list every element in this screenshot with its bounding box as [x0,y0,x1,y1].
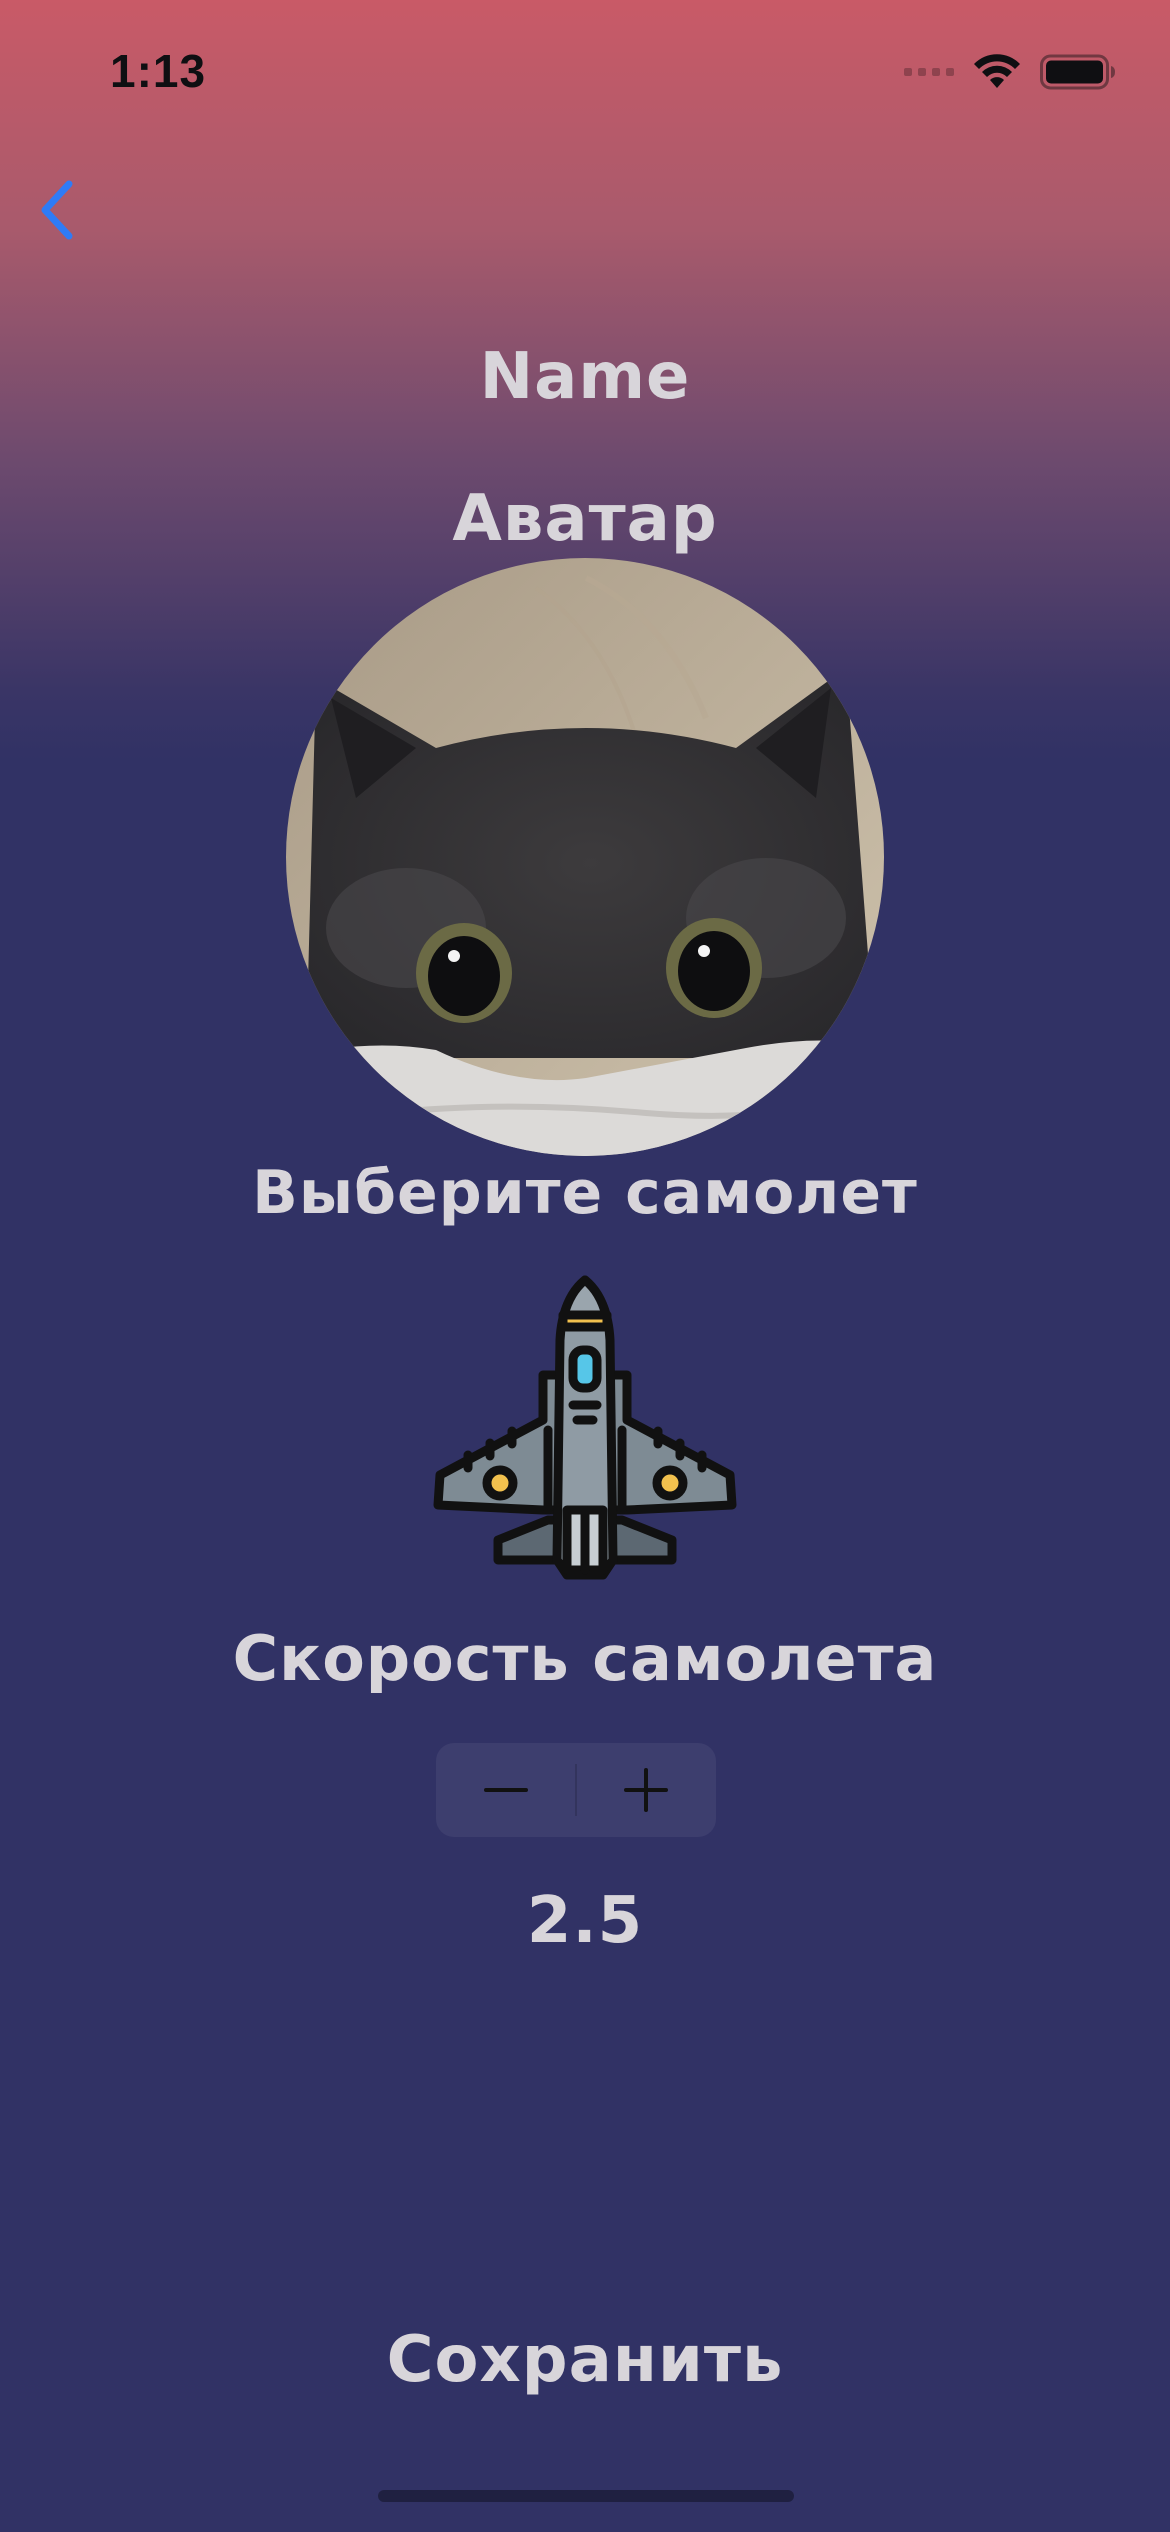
speed-stepper[interactable] [436,1743,716,1837]
minus-icon [483,1788,528,1792]
avatar[interactable] [286,558,884,1156]
status-icons [904,54,1116,90]
plus-icon [624,1768,669,1812]
decrement-button[interactable] [436,1743,575,1837]
increment-button[interactable] [577,1743,716,1837]
status-time: 1:13 [110,45,207,97]
save-button[interactable]: Сохранить [335,2310,835,2410]
plane-selector[interactable] [428,1270,742,1584]
avatar-label: Аватар [452,482,718,556]
back-button[interactable] [22,170,92,250]
cat-photo [286,558,884,1156]
name-label[interactable]: Name [0,340,1170,414]
battery-icon [1040,54,1115,90]
home-indicator[interactable] [378,2490,794,2502]
speed-label: Скорость самолета [232,1622,938,1695]
status-bar: 1:13 [0,0,1170,150]
speed-value: 2.5 [526,1884,644,1958]
cellular-signal-icon [904,68,954,76]
choose-plane-label: Выберите самолет [252,1158,918,1228]
fighter-jet-icon [433,1275,737,1580]
chevron-left-icon [41,180,73,240]
wifi-icon [974,54,1020,88]
